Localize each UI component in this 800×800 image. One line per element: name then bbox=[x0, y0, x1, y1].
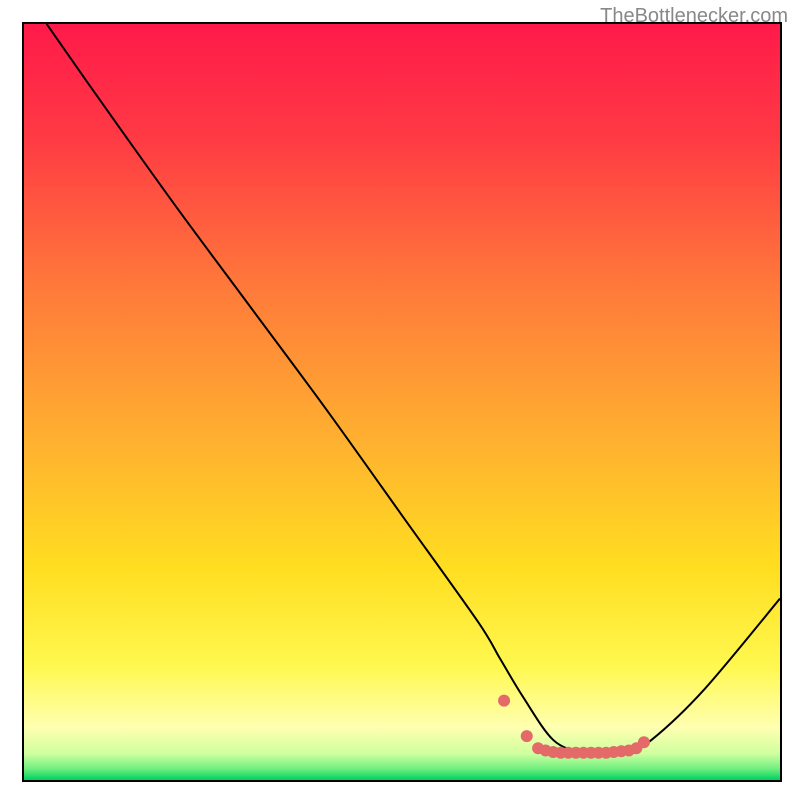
background-gradient bbox=[24, 24, 780, 780]
chart-container: TheBottlenecker.com bbox=[0, 0, 800, 800]
plot-area bbox=[22, 22, 782, 782]
